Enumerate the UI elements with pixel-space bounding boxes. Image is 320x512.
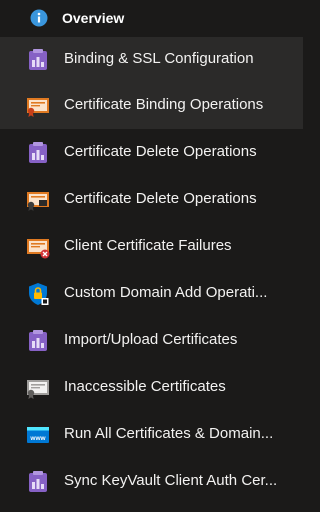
- nav-item-sync-keyvault-client-auth[interactable]: Sync KeyVault Client Auth Cer...: [0, 459, 303, 505]
- certificate-dark-icon: [26, 188, 50, 212]
- purple-workbook-icon: [26, 48, 50, 72]
- nav-item-label: Sync KeyVault Client Auth Cer...: [64, 472, 278, 489]
- nav-item-binding-ssl-configuration[interactable]: Binding & SSL Configuration: [0, 37, 303, 83]
- nav-item-inaccessible-certificates[interactable]: Inaccessible Certificates: [0, 365, 303, 411]
- purple-workbook-icon: [26, 470, 50, 494]
- nav-item-overview[interactable]: Overview: [0, 0, 303, 37]
- nav-item-import-upload-certificates[interactable]: Import/Upload Certificates: [0, 318, 303, 364]
- nav-item-label: Inaccessible Certificates: [64, 378, 226, 395]
- nav-item-label: Certificate Delete Operations: [64, 190, 257, 207]
- nav-item-label: Certificate Binding Operations: [64, 96, 264, 113]
- svg-text:www: www: [29, 435, 46, 442]
- resource-nav-menu: Overview Binding & SSL Configuration Cer…: [0, 0, 303, 512]
- nav-item-client-certificate-failures[interactable]: Client Certificate Failures: [0, 224, 303, 270]
- purple-workbook-icon: [26, 141, 50, 165]
- nav-item-label: Run All Certificates & Domain...: [64, 425, 274, 442]
- purple-workbook-icon: [26, 329, 50, 353]
- shield-lock-icon: [26, 282, 50, 306]
- certificate-gray-icon: [26, 376, 50, 400]
- nav-item-label: Certificate Delete Operations: [64, 143, 257, 160]
- www-icon: www: [26, 423, 50, 447]
- nav-item-label: Custom Domain Add Operati...: [64, 284, 268, 301]
- certificate-error-icon: [26, 235, 50, 259]
- nav-item-label: Client Certificate Failures: [64, 237, 232, 254]
- info-icon: [30, 9, 48, 27]
- nav-item-certificate-delete-operations[interactable]: Certificate Delete Operations: [0, 130, 303, 176]
- nav-item-certificate-binding-operations[interactable]: Certificate Binding Operations: [0, 83, 303, 129]
- nav-item-label: Binding & SSL Configuration: [64, 50, 254, 67]
- nav-item-label: Import/Upload Certificates: [64, 331, 238, 348]
- certificate-orange-icon: [26, 94, 50, 118]
- nav-item-run-all-certificates-domains[interactable]: www Run All Certificates & Domain...: [0, 412, 303, 458]
- nav-item-custom-domain-add-operations[interactable]: Custom Domain Add Operati...: [0, 271, 303, 317]
- nav-item-certificate-delete-operations-2[interactable]: Certificate Delete Operations: [0, 177, 303, 223]
- nav-item-label: Overview: [62, 10, 125, 26]
